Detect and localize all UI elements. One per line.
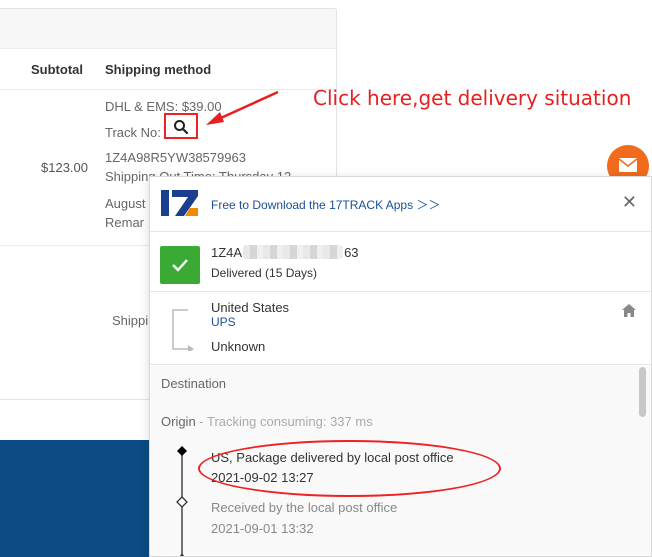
annotation-arrow-icon [206, 90, 279, 125]
redacted-block [243, 245, 344, 259]
subtotal-value: $123.00 [41, 160, 88, 175]
event-time: 2021-09-01 13:32 [211, 521, 314, 536]
route-section: United States UPS Unknown [150, 293, 651, 365]
search-icon [174, 120, 189, 135]
origin-country: United States [211, 300, 290, 315]
event-description: Received by the local post office [211, 500, 398, 515]
shipping-label-partial: Shippi [112, 313, 149, 328]
destination-heading: Destination [161, 376, 227, 391]
tracking-popup: Free to Download the 17TRACK Apps ＞＞ ✕ 1… [149, 176, 652, 557]
download-apps-link[interactable]: Free to Download the 17TRACK Apps ＞＞ [211, 196, 440, 213]
header-divider [0, 89, 336, 90]
popup-header: Free to Download the 17TRACK Apps ＞＞ ✕ [150, 177, 651, 232]
origin-label: Origin [161, 414, 196, 429]
tracking-consuming-note: - Tracking consuming: 337 ms [195, 414, 373, 429]
close-icon[interactable]: ✕ [622, 193, 637, 211]
track-search-button[interactable] [164, 113, 198, 139]
home-icon [622, 304, 636, 317]
tracking-suffix: 63 [344, 245, 359, 260]
origin-heading: Origin - Tracking consuming: 337 ms [161, 414, 373, 429]
carrier-link[interactable]: UPS [211, 315, 236, 329]
tracking-number: 1Z4A98R5YW38579963 [105, 150, 246, 165]
events-scrollbar[interactable] [639, 367, 646, 417]
annotation-label: Click here,get delivery situation [313, 86, 632, 110]
delivery-status-text: Delivered (15 Days) [211, 266, 318, 280]
mail-icon [619, 158, 637, 172]
checkmark-icon [172, 259, 188, 272]
timeline-icon [176, 446, 188, 556]
tracking-prefix: 1Z4A [211, 245, 243, 260]
column-header-shipping-method: Shipping method [105, 62, 212, 77]
track-no-label: Track No: [105, 125, 161, 140]
column-header-subtotal: Subtotal [31, 62, 83, 77]
popup-tracking-number: 1Z4A 63 [211, 245, 359, 260]
remark-partial: Remar [105, 215, 145, 230]
page: Subtotal Shipping method $123.00 DHL & E… [0, 0, 652, 557]
destination-country: Unknown [211, 339, 266, 354]
route-connector-icon [172, 309, 194, 351]
delivered-status-badge [160, 246, 200, 284]
shipping-date-partial: August [105, 196, 146, 211]
highlight-ellipse [198, 440, 501, 497]
card-header-bar [0, 9, 336, 49]
tracking-status-section: 1Z4A 63 Delivered (15 Days) [150, 232, 651, 292]
17track-logo-icon [161, 190, 198, 216]
